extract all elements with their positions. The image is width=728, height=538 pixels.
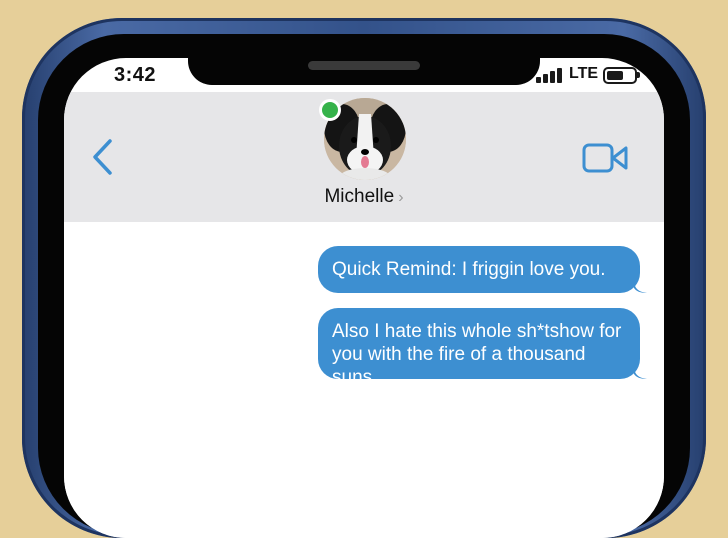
battery-level: [607, 71, 623, 80]
online-status-indicator: [319, 99, 341, 121]
video-call-button[interactable]: [582, 142, 630, 174]
sent-message-bubble[interactable]: Quick Remind: I friggin love you.: [318, 246, 640, 293]
contact-info-link[interactable]: Michelle ›: [64, 186, 664, 208]
battery-icon: [603, 67, 637, 84]
message-text: Also I hate this whole sh*tshow for you …: [332, 321, 622, 388]
chevron-left-icon: [93, 139, 112, 175]
video-camera-icon: [582, 143, 628, 173]
phone-screen: 3:42 LTE Michelle › Quick Remind: I frig…: [64, 58, 664, 538]
back-button[interactable]: [88, 136, 118, 178]
notch: [188, 58, 540, 85]
speaker-grille: [308, 61, 420, 70]
status-bar: 3:42 LTE: [64, 58, 664, 92]
bubble-tail: [634, 280, 647, 293]
battery-tip: [637, 72, 640, 78]
message-thread: Quick Remind: I friggin love you. Also I…: [64, 222, 664, 538]
conversation-header: Michelle ›: [64, 92, 664, 222]
sent-message-bubble[interactable]: Also I hate this whole sh*tshow for you …: [318, 308, 640, 388]
bubble-tail: [634, 366, 647, 379]
message-text: Quick Remind: I friggin love you.: [332, 259, 606, 280]
signal-bars-icon: [536, 67, 562, 83]
chevron-right-icon: ›: [398, 189, 404, 206]
status-time: 3:42: [114, 64, 157, 86]
network-label: LTE: [569, 65, 599, 82]
contact-name: Michelle: [324, 186, 395, 207]
